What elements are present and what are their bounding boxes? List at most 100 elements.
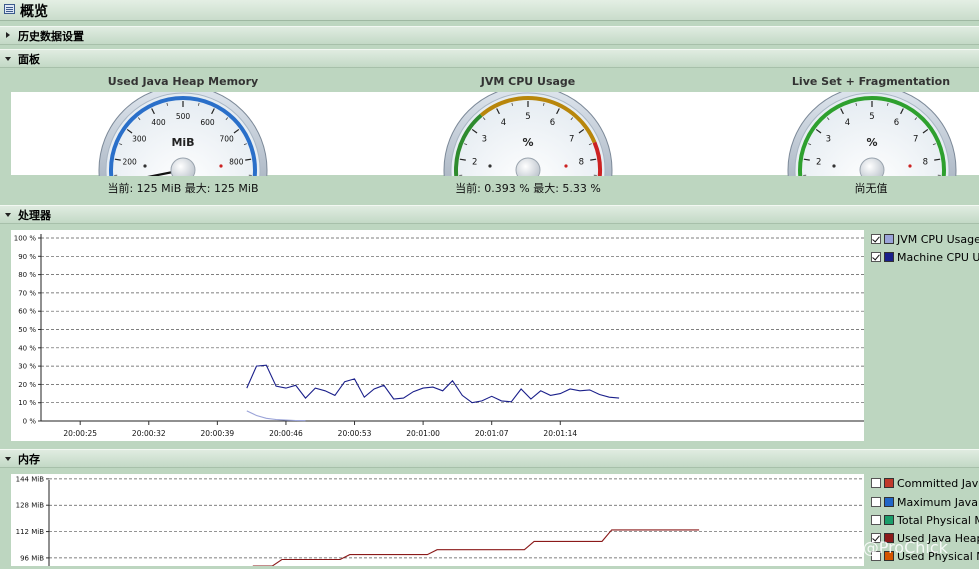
gauge-marker bbox=[488, 164, 491, 167]
section-history-settings[interactable]: 历史数据设置 bbox=[0, 26, 979, 45]
gauge-unit: % bbox=[866, 136, 877, 149]
legend-swatch bbox=[884, 515, 894, 525]
x-tick-label: 20:00:25 bbox=[63, 429, 97, 438]
y-tick-label: 0 % bbox=[23, 418, 37, 426]
legend-checkbox[interactable] bbox=[871, 252, 881, 262]
legend-label: Committed Java Heap bbox=[897, 477, 979, 490]
legend-checkbox[interactable] bbox=[871, 234, 881, 244]
section-panel[interactable]: 面板 bbox=[0, 49, 979, 68]
gauge-tick-label: 4 bbox=[501, 118, 506, 128]
gauge-marker bbox=[564, 164, 567, 167]
memory-chart: 96 MiB 112 MiB 128 MiB 144 MiB bbox=[11, 474, 864, 566]
series-line bbox=[247, 411, 306, 421]
y-tick-label: 112 MiB bbox=[16, 528, 45, 536]
gauge-tick-label: 7 bbox=[569, 134, 574, 144]
watermark: CSDN @ProChick bbox=[812, 538, 948, 557]
x-tick-label: 20:00:39 bbox=[201, 429, 235, 438]
gauge-marker bbox=[908, 164, 911, 167]
legend-label: JVM CPU Usage bbox=[897, 233, 979, 246]
gauge-tick-label: 200 bbox=[123, 158, 138, 167]
section-processor-label: 处理器 bbox=[18, 207, 51, 223]
gauge-title-cpu: JVM CPU Usage bbox=[378, 75, 678, 88]
y-tick-label: 70 % bbox=[18, 289, 36, 297]
x-tick-label: 20:00:46 bbox=[269, 429, 303, 438]
section-history-label: 历史数据设置 bbox=[18, 28, 84, 44]
gauge-title-heap: Used Java Heap Memory bbox=[33, 75, 333, 88]
series-line bbox=[253, 530, 699, 566]
section-memory[interactable]: 内存 bbox=[0, 449, 979, 468]
y-tick-label: 128 MiB bbox=[16, 502, 45, 510]
x-tick-label: 20:01:00 bbox=[406, 429, 440, 438]
gauge-heap: 01002003004005006007008009001000MiB bbox=[93, 92, 273, 176]
gauge-tick-label: 4 bbox=[845, 118, 850, 128]
gauge-tick-label: 500 bbox=[176, 112, 191, 121]
section-memory-label: 内存 bbox=[18, 451, 40, 467]
legend-committed-heap[interactable]: Committed Java Heap bbox=[871, 476, 979, 492]
gauge-tick-label: 8 bbox=[579, 158, 584, 168]
y-tick-label: 90 % bbox=[18, 253, 36, 261]
legend-label: Maximum Java Heap bbox=[897, 496, 979, 509]
gauge-info-cpu: 当前: 0.393 % 最大: 5.33 % bbox=[378, 180, 678, 196]
cpu-chart: 0 %10 %20 %30 %40 %50 %60 %70 %80 %90 %1… bbox=[11, 230, 864, 441]
legend-jvm-cpu[interactable]: JVM CPU Usage bbox=[871, 232, 979, 248]
legend-label: Machine CPU Usage bbox=[897, 251, 979, 264]
legend-checkbox[interactable] bbox=[871, 515, 881, 525]
series-line bbox=[247, 365, 619, 403]
gauge-tick-label: 800 bbox=[229, 158, 244, 167]
gauge-info-liveset: 尚无值 bbox=[721, 180, 979, 196]
legend-maximum-heap[interactable]: Maximum Java Heap bbox=[871, 495, 979, 511]
x-tick-label: 20:01:14 bbox=[543, 429, 577, 438]
gauge-tick-label: 6 bbox=[550, 118, 555, 128]
gauge-tick-label: 300 bbox=[132, 134, 147, 143]
window-title: 概览 bbox=[20, 1, 48, 21]
section-panel-label: 面板 bbox=[18, 51, 40, 67]
x-tick-label: 20:00:53 bbox=[338, 429, 372, 438]
gauge-tick-label: 5 bbox=[525, 112, 530, 122]
y-tick-label: 20 % bbox=[18, 381, 36, 389]
gauge-liveset: 012345678910% bbox=[782, 92, 962, 176]
y-tick-label: 144 MiB bbox=[16, 475, 45, 483]
gauge-tick-label: 5 bbox=[869, 112, 874, 122]
window-titlebar: 概览 bbox=[0, 0, 979, 21]
gauge-marker bbox=[219, 164, 222, 167]
y-tick-label: 96 MiB bbox=[20, 554, 44, 562]
collapse-arrow-icon[interactable] bbox=[5, 57, 11, 61]
legend-machine-cpu[interactable]: Machine CPU Usage bbox=[871, 250, 979, 266]
legend-swatch bbox=[884, 252, 894, 262]
legend-swatch bbox=[884, 478, 894, 488]
gauge-tick-label: 6 bbox=[894, 118, 899, 128]
section-processor[interactable]: 处理器 bbox=[0, 205, 979, 224]
gauge-marker bbox=[143, 164, 146, 167]
y-tick-label: 30 % bbox=[18, 363, 36, 371]
y-tick-label: 50 % bbox=[18, 326, 36, 334]
gauge-title-liveset: Live Set + Fragmentation bbox=[721, 75, 979, 88]
gauge-tick-label: 3 bbox=[826, 134, 831, 144]
collapse-arrow-icon[interactable] bbox=[5, 213, 11, 217]
legend-checkbox[interactable] bbox=[871, 497, 881, 507]
legend-swatch bbox=[884, 234, 894, 244]
gauge-tick-label: 8 bbox=[923, 158, 928, 168]
expand-arrow-icon[interactable] bbox=[6, 32, 10, 38]
gauge-unit: % bbox=[522, 136, 533, 149]
memory-chart-area: 96 MiB 112 MiB 128 MiB 144 MiB bbox=[11, 474, 864, 566]
gauge-unit: MiB bbox=[171, 136, 194, 149]
gauge-marker bbox=[832, 164, 835, 167]
y-tick-label: 10 % bbox=[18, 399, 36, 407]
overview-icon bbox=[4, 4, 15, 14]
y-tick-label: 100 % bbox=[14, 235, 37, 243]
gauge-tick-label: 700 bbox=[220, 134, 235, 143]
gauge-tick-label: 2 bbox=[816, 158, 821, 168]
legend-swatch bbox=[884, 497, 894, 507]
cpu-chart-area: 0 %10 %20 %30 %40 %50 %60 %70 %80 %90 %1… bbox=[11, 230, 864, 441]
y-tick-label: 80 % bbox=[18, 271, 36, 279]
gauge-info-heap: 当前: 125 MiB 最大: 125 MiB bbox=[33, 180, 333, 196]
y-tick-label: 40 % bbox=[18, 344, 36, 352]
gauge-tick-label: 400 bbox=[151, 118, 166, 127]
legend-checkbox[interactable] bbox=[871, 478, 881, 488]
gauge-tick-label: 600 bbox=[200, 118, 215, 127]
legend-total-physical[interactable]: Total Physical Memory bbox=[871, 513, 979, 529]
x-tick-label: 20:01:07 bbox=[475, 429, 509, 438]
gauge-jvm-cpu: 012345678910% bbox=[438, 92, 618, 176]
collapse-arrow-icon[interactable] bbox=[5, 457, 11, 461]
gauge-tick-label: 3 bbox=[482, 134, 487, 144]
